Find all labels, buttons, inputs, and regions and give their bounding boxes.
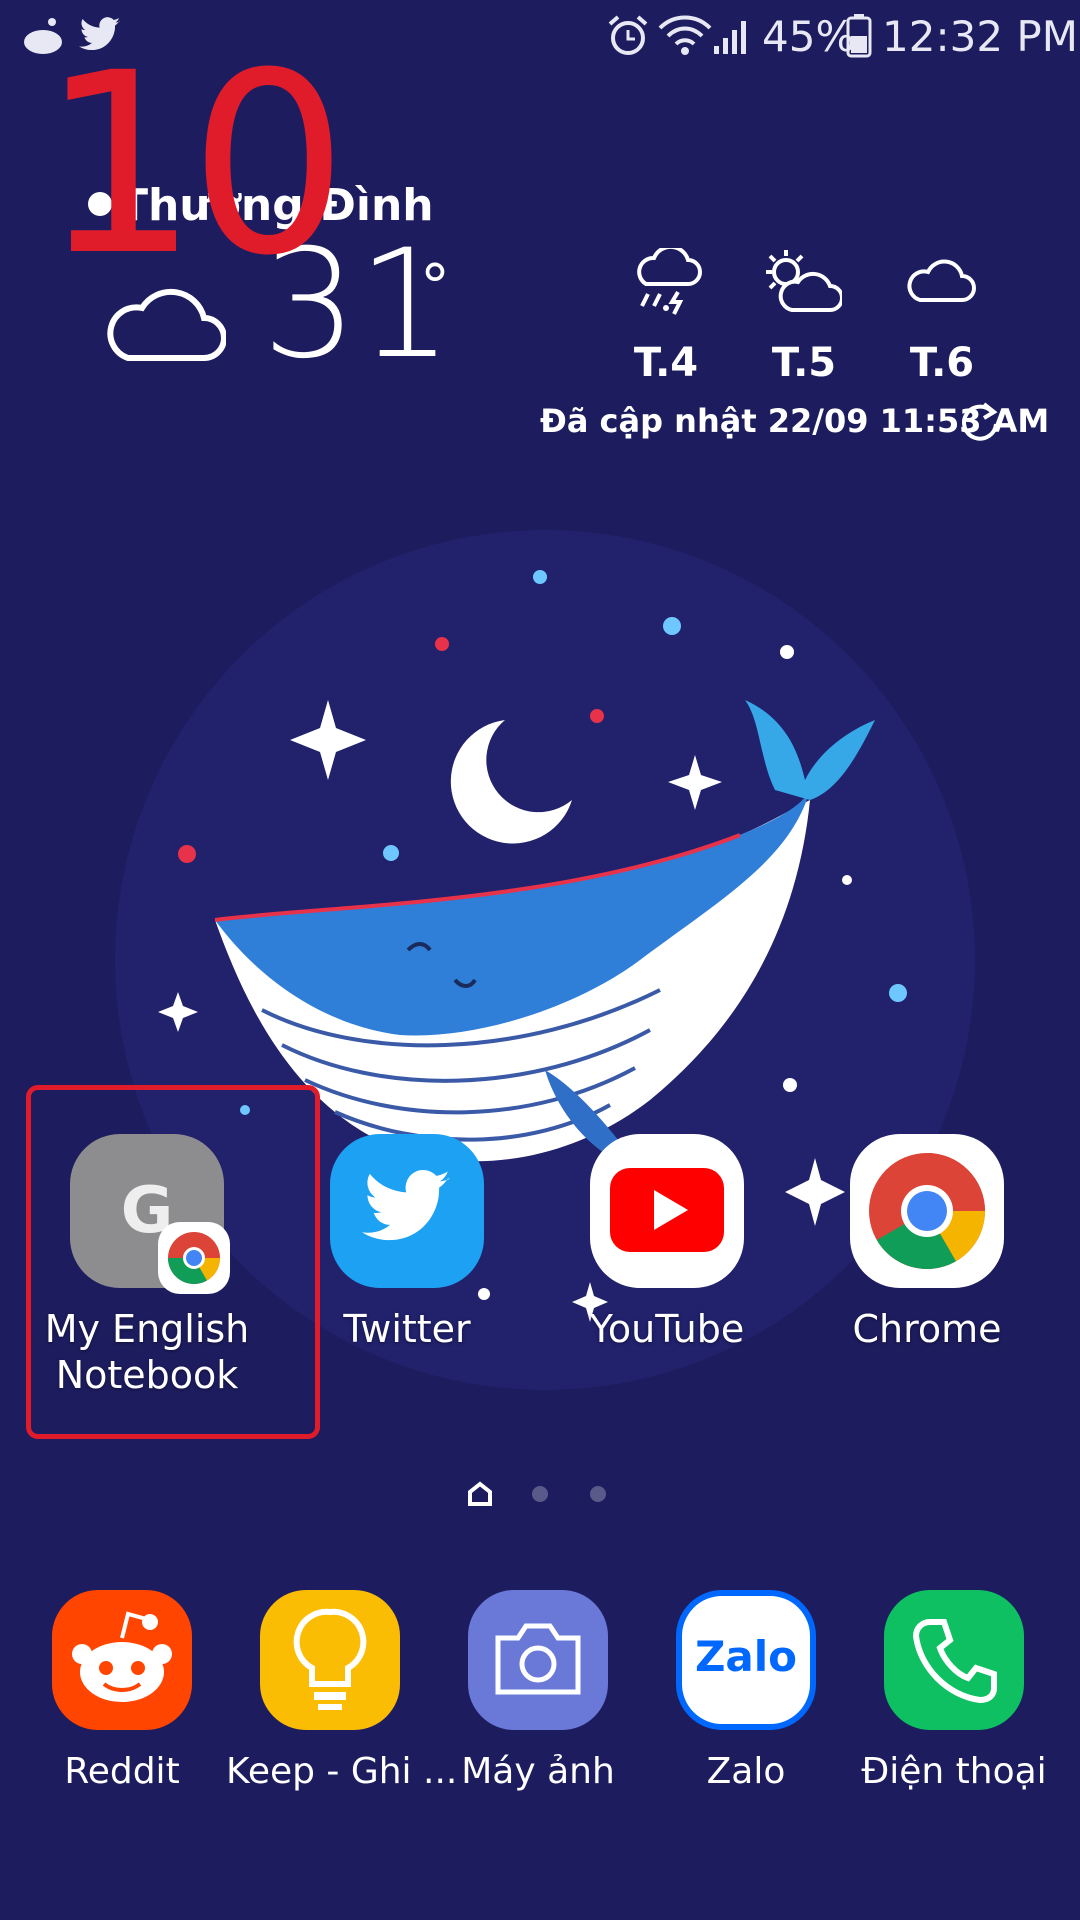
- signal-icon: [714, 21, 746, 54]
- app-label-youtube: YouTube: [589, 1307, 745, 1351]
- chrome-icon: [850, 1134, 1004, 1288]
- youtube-icon: [590, 1134, 744, 1288]
- page-dot-3: [590, 1486, 606, 1502]
- alarm-icon: [608, 15, 648, 55]
- zalo-icon: Zalo: [676, 1590, 816, 1730]
- battery-percent: 45%: [762, 12, 856, 61]
- home-page-indicator-icon: [468, 1481, 492, 1506]
- dock-label-camera: Máy ảnh: [461, 1751, 615, 1792]
- refresh-icon[interactable]: [958, 400, 1002, 444]
- zalo-logo-text: Zalo: [694, 1632, 798, 1681]
- dock-label-phone: Điện thoại: [861, 1751, 1047, 1792]
- cloud-icon: [907, 259, 976, 302]
- forecast-day-3: T.6: [909, 340, 975, 386]
- highlight-box: [26, 1085, 320, 1439]
- keep-lightbulb-icon: [260, 1590, 400, 1730]
- app-label-chrome: Chrome: [852, 1307, 1002, 1351]
- degree-symbol: °: [420, 252, 450, 322]
- clock: 12:32 PM: [882, 12, 1078, 61]
- dock-label-zalo: Zalo: [706, 1751, 786, 1792]
- dock-label-reddit: Reddit: [64, 1751, 180, 1792]
- dock-label-keep: Keep - Ghi ...: [226, 1751, 458, 1792]
- partly-sunny-icon: [766, 250, 842, 312]
- reddit-icon: [52, 1590, 192, 1730]
- phone-icon: [884, 1590, 1024, 1730]
- page-indicator[interactable]: [0, 1480, 1080, 1510]
- page-dot-2: [532, 1486, 548, 1502]
- wifi-icon: [658, 15, 712, 55]
- rain-snow-thunder-icon: [637, 248, 702, 315]
- step-number: 10: [40, 19, 348, 310]
- forecast-day-1: T.4: [633, 340, 699, 386]
- twitter-icon: [330, 1134, 484, 1288]
- forecast-day-2: T.5: [771, 340, 837, 386]
- app-label-twitter: Twitter: [343, 1307, 471, 1351]
- battery-icon: [846, 14, 872, 58]
- camera-icon: [468, 1590, 608, 1730]
